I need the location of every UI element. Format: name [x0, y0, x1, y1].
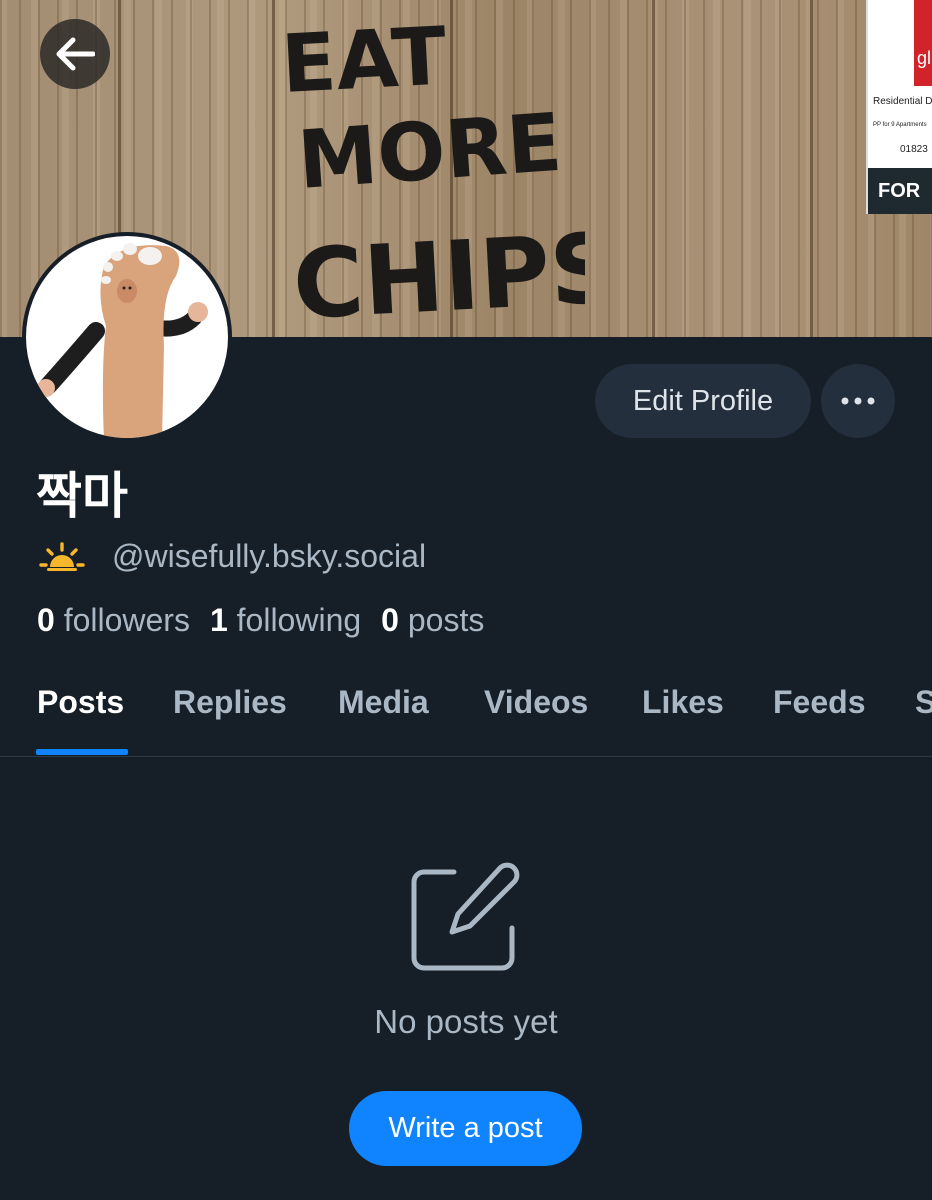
tab-videos[interactable]: Videos	[484, 684, 588, 721]
followers-label: followers	[63, 602, 190, 638]
tab-overflow[interactable]: S	[915, 684, 932, 721]
profile-stats: 0 followers 1 following 0 posts	[37, 602, 504, 639]
construction-sign: gl Residential Dev PP for 9 Apartments 0…	[866, 0, 932, 214]
display-name: 짝마	[36, 467, 128, 525]
posts-stat: 0 posts	[381, 602, 484, 639]
edit-profile-button[interactable]: Edit Profile	[595, 364, 811, 438]
tab-replies[interactable]: Replies	[173, 684, 287, 721]
following-label: following	[236, 602, 362, 638]
write-post-button[interactable]: Write a post	[349, 1091, 582, 1166]
avatar[interactable]	[22, 232, 232, 442]
sign-subtitle: PP for 9 Apartments	[873, 122, 927, 128]
tab-likes[interactable]: Likes	[642, 684, 724, 721]
arrow-left-icon	[56, 37, 95, 71]
tab-media[interactable]: Media	[338, 684, 429, 721]
back-button[interactable]	[40, 19, 110, 89]
followers-stat[interactable]: 0 followers	[37, 602, 190, 639]
empty-state-message: No posts yet	[374, 1003, 558, 1040]
sign-brand: gl	[917, 48, 932, 68]
active-tab-indicator	[36, 749, 128, 755]
graffiti-text: EAT MORE CHIPS	[279, 9, 585, 337]
posts-label: posts	[407, 602, 485, 638]
tab-feeds[interactable]: Feeds	[773, 684, 865, 721]
graffiti-line-1: EAT	[279, 9, 449, 111]
sign-footer: FOR	[868, 168, 932, 214]
sign-phone: 01823	[900, 144, 928, 155]
plank-seam	[652, 0, 655, 337]
ellipsis-icon	[841, 397, 875, 405]
avatar-image	[37, 243, 208, 438]
graffiti-line-2: MORE	[295, 96, 565, 207]
sign-title: Residential Dev	[873, 96, 932, 107]
handle-row: @wisefully.bsky.social	[38, 538, 426, 575]
following-count: 1	[209, 602, 228, 638]
following-stat[interactable]: 1 following	[210, 602, 361, 639]
followers-count: 0	[37, 602, 55, 638]
plank-seam	[810, 0, 813, 337]
handle: @wisefully.bsky.social	[112, 538, 427, 574]
sign-logo: gl	[914, 0, 932, 86]
profile-tabs: Posts Replies Media Videos Likes Feeds S	[0, 660, 932, 757]
compose-icon	[411, 862, 520, 971]
graffiti-line-3: CHIPS	[290, 212, 585, 337]
more-options-button[interactable]	[821, 364, 895, 438]
sunrise-icon	[39, 541, 85, 571]
posts-count: 0	[381, 602, 399, 638]
tab-posts[interactable]: Posts	[37, 684, 124, 721]
